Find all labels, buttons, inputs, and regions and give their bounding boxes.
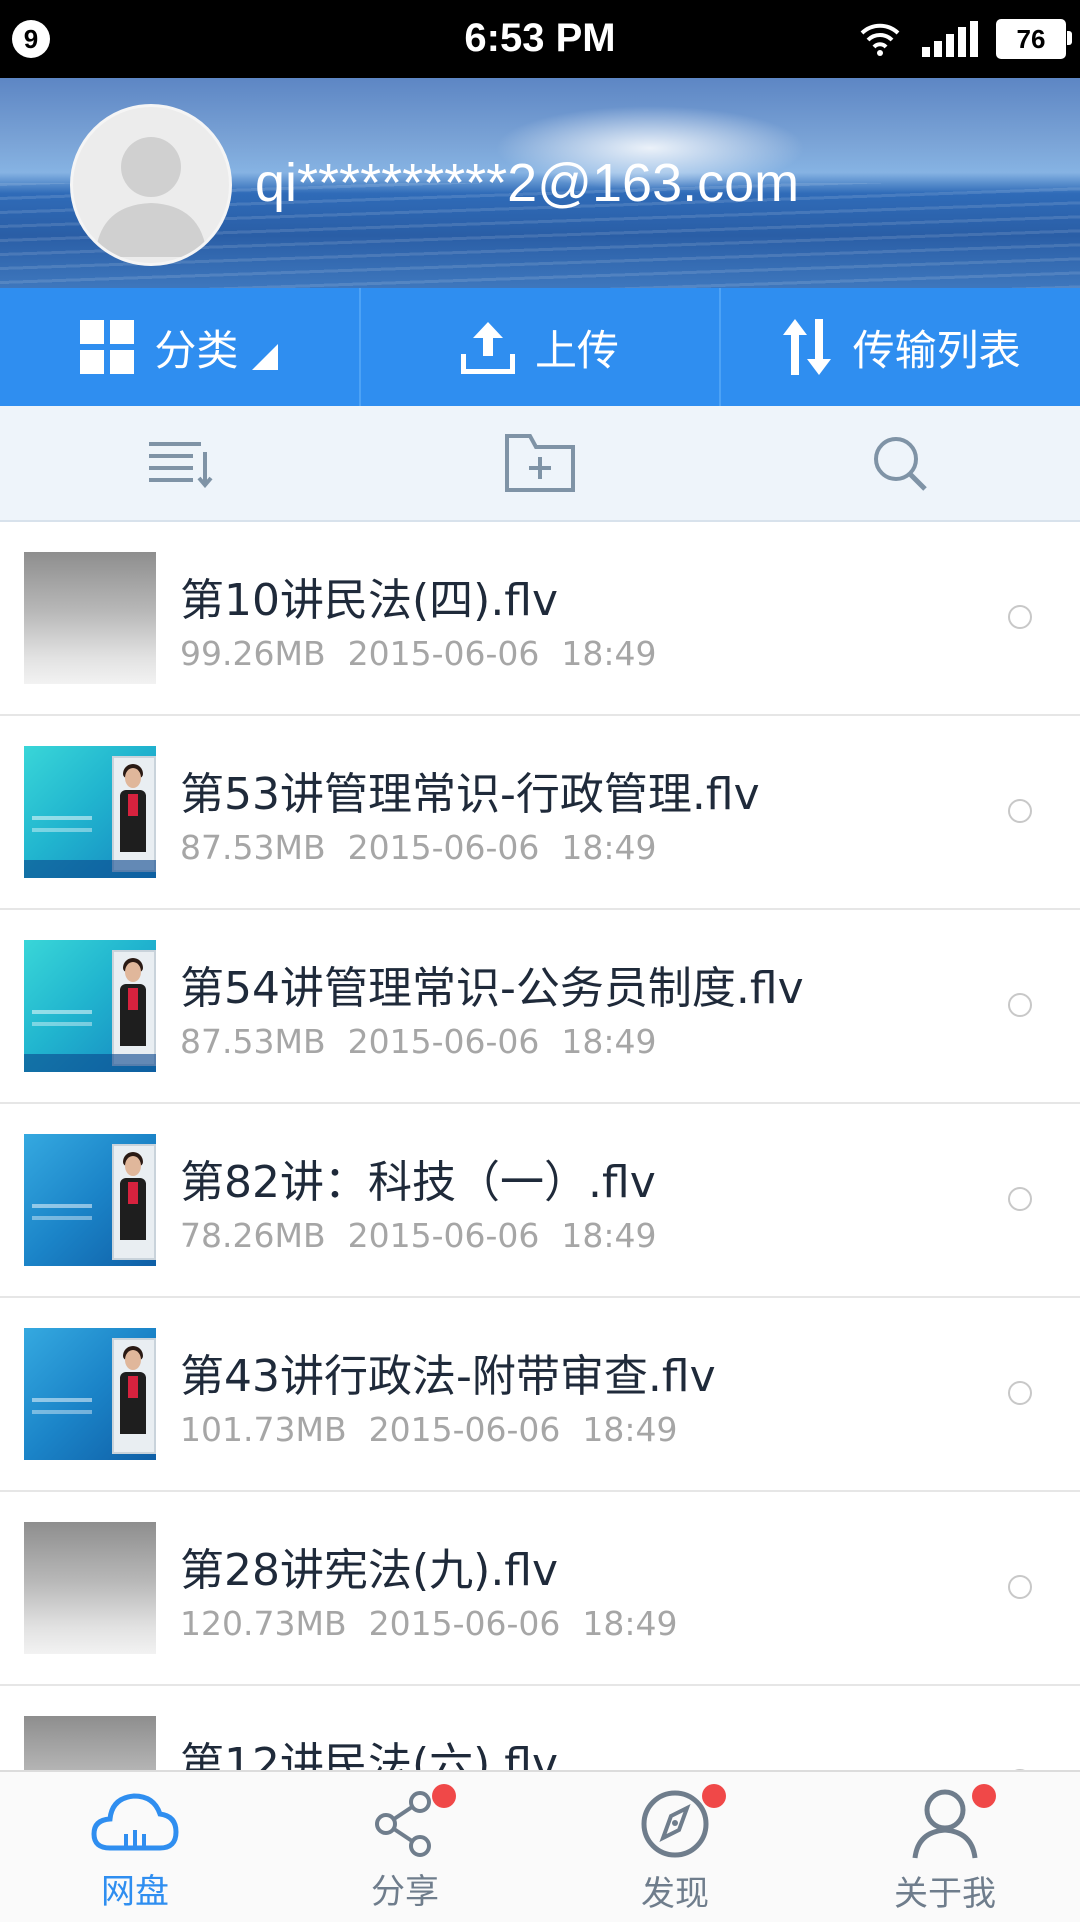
grid-icon (80, 320, 135, 374)
file-thumbnail (24, 746, 156, 878)
file-thumbnail (24, 1716, 156, 1770)
status-bar: 9 6:53 PM 76 (0, 0, 1080, 78)
file-row[interactable]: 第43讲行政法-附带审查.flv 101.73MB 2015-06-06 18:49 (0, 1298, 1080, 1492)
file-meta: 101.73MB 2015-06-06 18:49 (180, 1410, 699, 1449)
file-row[interactable]: 第53讲管理常识-行政管理.flv 87.53MB 2015-06-06 18:49 (0, 716, 1080, 910)
signal-icon (922, 21, 978, 57)
nav-about-me-label: 关于我 (894, 1874, 996, 1914)
file-name: 第12讲民法(六).flv (180, 1739, 559, 1770)
sort-button[interactable] (0, 406, 360, 520)
file-name: 第10讲民法(四).flv (180, 575, 559, 626)
compass-icon (641, 1790, 709, 1858)
file-name: 第54讲管理常识-公务员制度.flv (180, 963, 804, 1014)
upload-label: 上传 (535, 325, 620, 375)
avatar[interactable] (70, 104, 232, 266)
select-radio[interactable] (1008, 799, 1032, 823)
user-silhouette-icon (95, 137, 207, 257)
file-time: 18:49 (561, 1022, 657, 1061)
file-name: 第82讲：科技（一）.flv (180, 1157, 656, 1208)
select-radio[interactable] (1008, 605, 1032, 629)
file-meta: 120.73MB 2015-06-06 18:49 (180, 1604, 699, 1643)
search-button[interactable] (720, 406, 1080, 520)
add-folder-icon (505, 434, 575, 492)
dropdown-triangle-icon (252, 344, 279, 370)
file-thumbnail (24, 940, 156, 1072)
battery-icon: 76 (996, 19, 1072, 59)
file-name: 第28讲宪法(九).flv (180, 1545, 559, 1596)
transfer-list-label: 传输列表 (852, 325, 1021, 375)
file-thumbnail (24, 1522, 156, 1654)
file-row[interactable]: 第54讲管理常识-公务员制度.flv 87.53MB 2015-06-06 18:4… (0, 910, 1080, 1104)
upload-button[interactable]: 上传 (361, 288, 722, 406)
share-notification-dot (432, 1784, 456, 1808)
file-size: 101.73MB (180, 1410, 347, 1449)
transfer-arrows-icon (782, 319, 831, 375)
action-bar: 分类 上传 传输列表 (0, 288, 1080, 406)
file-name: 第43讲行政法-附带审查.flv (180, 1351, 716, 1402)
file-date: 2015-06-06 (368, 1604, 561, 1643)
bottom-nav: 网盘 分享 发现 关于我 (0, 1770, 1080, 1922)
file-time: 18:49 (561, 828, 657, 867)
file-size: 87.53MB (180, 1022, 326, 1061)
file-meta: 87.53MB 2015-06-06 18:49 (180, 1022, 678, 1061)
file-time: 18:49 (561, 1216, 657, 1255)
about-me-notification-dot (972, 1784, 996, 1808)
nav-discover[interactable]: 发现 (540, 1772, 810, 1922)
file-time: 18:49 (582, 1604, 678, 1643)
category-button[interactable]: 分类 (0, 288, 361, 406)
select-radio[interactable] (1008, 1187, 1032, 1211)
file-row[interactable]: 第28讲宪法(九).flv 120.73MB 2015-06-06 18:49 (0, 1492, 1080, 1686)
file-meta: 78.26MB 2015-06-06 18:49 (180, 1216, 678, 1255)
file-date: 2015-06-06 (368, 1410, 561, 1449)
file-row[interactable]: 第82讲：科技（一）.flv 78.26MB 2015-06-06 18:49 (0, 1104, 1080, 1298)
file-thumbnail (24, 552, 156, 684)
new-folder-button[interactable] (360, 406, 720, 520)
file-time: 18:49 (561, 634, 657, 673)
file-size: 120.73MB (180, 1604, 347, 1643)
account-email: qi**********2@163.com (255, 153, 800, 213)
select-radio[interactable] (1008, 993, 1032, 1017)
file-date: 2015-06-06 (347, 634, 540, 673)
wifi-icon (860, 23, 900, 56)
file-date: 2015-06-06 (347, 828, 540, 867)
file-meta: 87.53MB 2015-06-06 18:49 (180, 828, 678, 867)
file-list: 第10讲民法(四).flv 99.26MB 2015-06-06 18:49 第53… (0, 522, 1080, 1770)
profile-header: qi**********2@163.com (0, 78, 1080, 288)
sort-list-icon (149, 442, 213, 488)
file-thumbnail (24, 1328, 156, 1460)
nav-disk[interactable]: 网盘 (0, 1772, 270, 1922)
share-icon (375, 1791, 431, 1857)
transfer-list-button[interactable]: 传输列表 (721, 288, 1080, 406)
file-toolbar (0, 406, 1080, 522)
file-meta: 99.26MB 2015-06-06 18:49 (180, 634, 678, 673)
select-radio[interactable] (1008, 1575, 1032, 1599)
file-time: 18:49 (582, 1410, 678, 1449)
file-date: 2015-06-06 (347, 1216, 540, 1255)
file-row[interactable]: 第12讲民法(六).flv (0, 1686, 1080, 1770)
nav-disk-label: 网盘 (101, 1872, 169, 1912)
file-size: 87.53MB (180, 828, 326, 867)
search-icon (874, 437, 927, 491)
nav-discover-label: 发现 (641, 1874, 709, 1914)
cloud-icon (91, 1793, 179, 1851)
file-thumbnail (24, 1134, 156, 1266)
nav-share[interactable]: 分享 (270, 1772, 540, 1922)
file-size: 99.26MB (180, 634, 326, 673)
select-radio[interactable] (1008, 1381, 1032, 1405)
upload-icon (461, 322, 515, 374)
nav-about-me[interactable]: 关于我 (810, 1772, 1080, 1922)
nav-share-label: 分享 (371, 1872, 439, 1912)
file-date: 2015-06-06 (347, 1022, 540, 1061)
user-icon (912, 1789, 978, 1859)
category-label: 分类 (154, 325, 239, 375)
discover-notification-dot (702, 1784, 726, 1808)
file-size: 78.26MB (180, 1216, 326, 1255)
file-name: 第53讲管理常识-行政管理.flv (180, 769, 760, 820)
file-row[interactable]: 第10讲民法(四).flv 99.26MB 2015-06-06 18:49 (0, 522, 1080, 716)
